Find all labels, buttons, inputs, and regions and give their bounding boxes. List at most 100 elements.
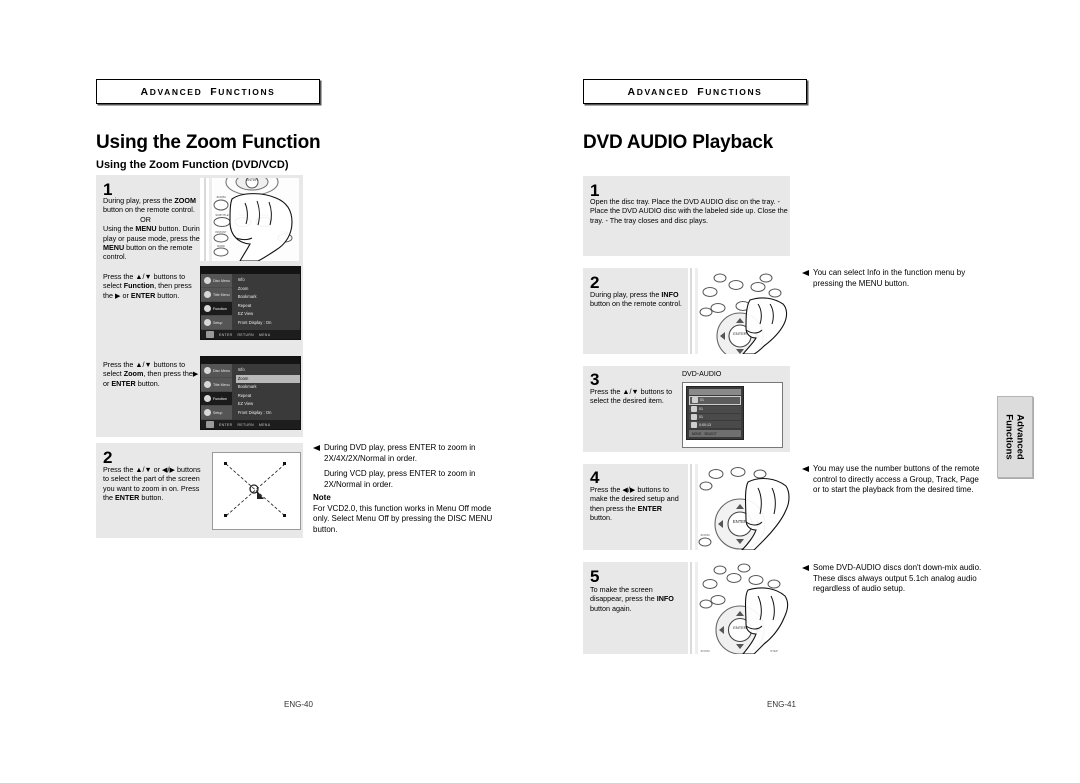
disc-icon [204,381,211,388]
note-line: You can select Info in the function menu… [813,268,966,277]
gear-icon [204,409,211,416]
osd-sidebar-item-setup[interactable]: Setup [201,316,232,330]
osd-sidebar-item-function[interactable]: Function [201,392,232,406]
step-3-number-right: 3 [590,370,600,389]
osd-hint-enter: ENTER [219,422,233,427]
right-page: ADVANCED FUNCTIONS DVD AUDIO Playback 1 … [540,0,1080,783]
osd-hint-bar: ENTER RETURN MENU [201,330,300,339]
osd2-row-track[interactable]: 01 [689,405,741,413]
function-icon [204,395,211,402]
note-number-buttons: You may use the number buttons of the re… [802,464,1024,496]
step-line: Press the ▲/▼ buttons to [590,387,673,396]
osd-sidebar-item-title-menu[interactable]: Title Menu [201,288,232,302]
osd-hint-bar: ENTER RETURN MENU [201,420,300,429]
dpad-icon [206,331,214,338]
osd-item-zoom[interactable]: Zoom [236,285,300,294]
osd2-hint-move: MOVE [692,431,702,436]
osd-item-ez-view[interactable]: EZ View [236,400,300,409]
step-1-text-2: Press the ▲/▼ buttons to select Function… [103,272,192,300]
note-line: For VCD2.0, this function works in Menu … [313,503,492,513]
dpad-icon [206,421,214,428]
osd-item-front-display[interactable]: Front Display : On [236,409,300,418]
note-line: 2X/Normal in order. [324,479,393,489]
note-line: or to start the playback from the desire… [813,485,974,494]
svg-text:STEP: STEP [770,649,778,653]
osd-title-bar [201,357,300,364]
osd-sidebar-label: Function [213,396,227,401]
osd2-value: 01 [699,414,703,419]
step-line: - The tray closes and disc plays. [605,215,708,225]
osd-item-zoom[interactable]: Zoom [235,374,300,384]
osd-item-ez-view[interactable]: EZ View [236,310,300,319]
step-1-text-3: Press the ▲/▼ buttons to select Zoom, th… [103,360,199,388]
osd-sidebar-item-function[interactable]: Function [201,302,232,316]
note-line: only. Select Menu Off by pressing the DI… [313,514,493,523]
note-line: control to directly access a Group, Trac… [813,474,979,484]
osd-item-bookmark[interactable]: Bookmark [236,383,300,392]
step-line: Open the disc tray. [590,197,650,206]
osd2-row-group[interactable]: 01 [689,395,741,405]
osd-item-bookmark[interactable]: Bookmark [236,293,300,302]
osd-function-menu-1: Disc Menu Title Menu Function Setup Info… [200,266,301,340]
left-arrow-icon [802,466,809,472]
osd-sidebar-item-title-menu[interactable]: Title Menu [201,378,232,392]
side-tab-line-1: Advanced [1015,414,1026,460]
note-zoom-levels: During DVD play, press ENTER to zoom in … [313,443,518,490]
left-arrow-icon [313,445,320,451]
remote-control-photo-info-button: ENTER [688,268,790,354]
osd-sidebar-item-setup[interactable]: Setup [201,406,232,420]
left-page: ADVANCED FUNCTIONS Using the Zoom Functi… [0,0,540,783]
osd-function-menu-2: Disc Menu Title Menu Function Setup Info… [200,356,301,430]
osd-item-list: Info Zoom Bookmark Repeat EZ View Front … [231,274,300,330]
side-tab-line-2: Functions [1004,414,1015,460]
step-1-text: During play, press the ZOOM button on th… [103,196,204,262]
left-arrow-icon [802,270,809,276]
osd-item-info[interactable]: Info [236,366,300,375]
step-2-number: 2 [103,448,113,467]
clock-icon [691,421,697,428]
osd-sidebar-label: Disc Menu [213,278,230,283]
osd-sidebar-label: Disc Menu [213,368,230,373]
osd-sidebar-label: Function [213,306,227,311]
osd-sidebar-item-disc-menu[interactable]: Disc Menu [201,364,232,378]
osd2-value: 0:00:13 [699,422,711,427]
osd-item-repeat[interactable]: Repeat [236,302,300,311]
svg-text:SUBTITLE: SUBTITLE [215,213,229,217]
left-arrow-icon [802,565,809,571]
osd2-row-time[interactable]: 0:00:13 [689,421,741,429]
svg-text:ZOOM: ZOOM [701,649,710,653]
note-select-info: You can select Info in the function menu… [802,268,1017,289]
step-2-text: Press the ▲/▼ or ◀/▶ buttons to select t… [103,465,201,503]
page-title-right: DVD AUDIO Playback [583,132,773,153]
zoom-target-screen-graphic [212,452,301,530]
osd-hint-return: RETURN [237,332,255,337]
svg-text:MODE: MODE [217,244,225,248]
osd-sidebar-label: Title Menu [213,292,230,297]
note-line: You may use the number buttons of the re… [813,464,980,473]
osd-sidebar-item-disc-menu[interactable]: Disc Menu [201,274,232,288]
disc-icon [204,367,211,374]
note-line: These discs always output 5.1ch analog a… [813,573,977,583]
svg-text:ENTER: ENTER [246,178,258,182]
osd2-header [689,389,741,395]
osd-hint-enter: ENTER [219,332,233,337]
note-heading: Note [313,493,331,502]
step-line: select the desired item. [590,396,664,406]
osd-hint-return: RETURN [237,422,255,427]
osd-item-front-display[interactable]: Front Display : On [236,319,300,328]
svg-text:ENTER: ENTER [733,625,747,630]
osd2-value: 01 [699,407,703,412]
osd-item-info[interactable]: Info [236,276,300,285]
osd-item-list: Info Zoom Bookmark Repeat EZ View Front … [231,364,300,420]
track-icon [691,406,697,413]
osd-dvd-audio-info-panel: 01 01 01 0:00:13 MOVE SELECT [686,386,744,440]
note-line: button. [313,524,338,534]
osd-item-repeat[interactable]: Repeat [236,392,300,401]
banner-label: ADVANCED FUNCTIONS [627,85,763,98]
osd2-value: 01 [700,398,704,403]
note-downmix: Some DVD-AUDIO discs don't down-mix audi… [802,563,1024,595]
page-icon [691,413,697,420]
note-line: pressing the MENU button. [813,278,910,288]
osd2-row-page[interactable]: 01 [689,413,741,421]
osd-hint-menu: MENU [259,332,271,337]
